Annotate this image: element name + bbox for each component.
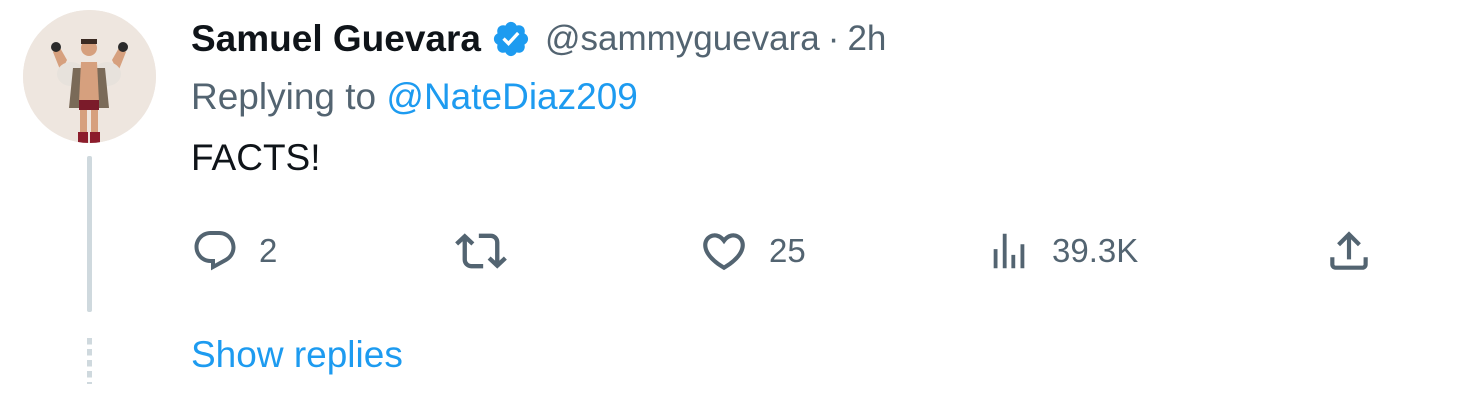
thread-line [87, 156, 92, 312]
like-count: 25 [769, 232, 806, 269]
replying-to-line: Replying to @NateDiaz209 [191, 76, 638, 118]
replying-to-mention[interactable]: @NateDiaz209 [386, 76, 637, 117]
user-handle[interactable]: @sammyguevara [545, 19, 820, 59]
share-icon [1330, 231, 1368, 270]
tweet-text: FACTS! [191, 137, 321, 178]
tweet-header: Samuel Guevara @sammyguevara · 2h [191, 14, 886, 64]
avatar[interactable] [23, 10, 156, 143]
heart-icon [703, 233, 745, 271]
show-replies-link[interactable]: Show replies [191, 334, 403, 376]
verified-badge-icon [493, 21, 529, 57]
reply-button[interactable]: 2 [191, 226, 277, 276]
retweet-button[interactable] [455, 226, 527, 276]
views-count: 39.3K [1052, 232, 1139, 269]
tweet-timestamp[interactable]: 2h [847, 19, 886, 59]
display-name[interactable]: Samuel Guevara [191, 18, 481, 60]
thread-dotted-connector [87, 338, 92, 384]
reply-icon [194, 231, 236, 271]
retweet-icon [455, 233, 507, 269]
views-icon [993, 233, 1025, 269]
like-button[interactable]: 25 [699, 226, 806, 276]
replying-prefix: Replying to [191, 76, 377, 117]
header-separator: · [827, 19, 840, 58]
views-button[interactable]: 39.3K [986, 226, 1138, 276]
profile-photo [23, 10, 156, 143]
reply-count: 2 [259, 232, 278, 269]
share-button[interactable] [1324, 226, 1374, 276]
